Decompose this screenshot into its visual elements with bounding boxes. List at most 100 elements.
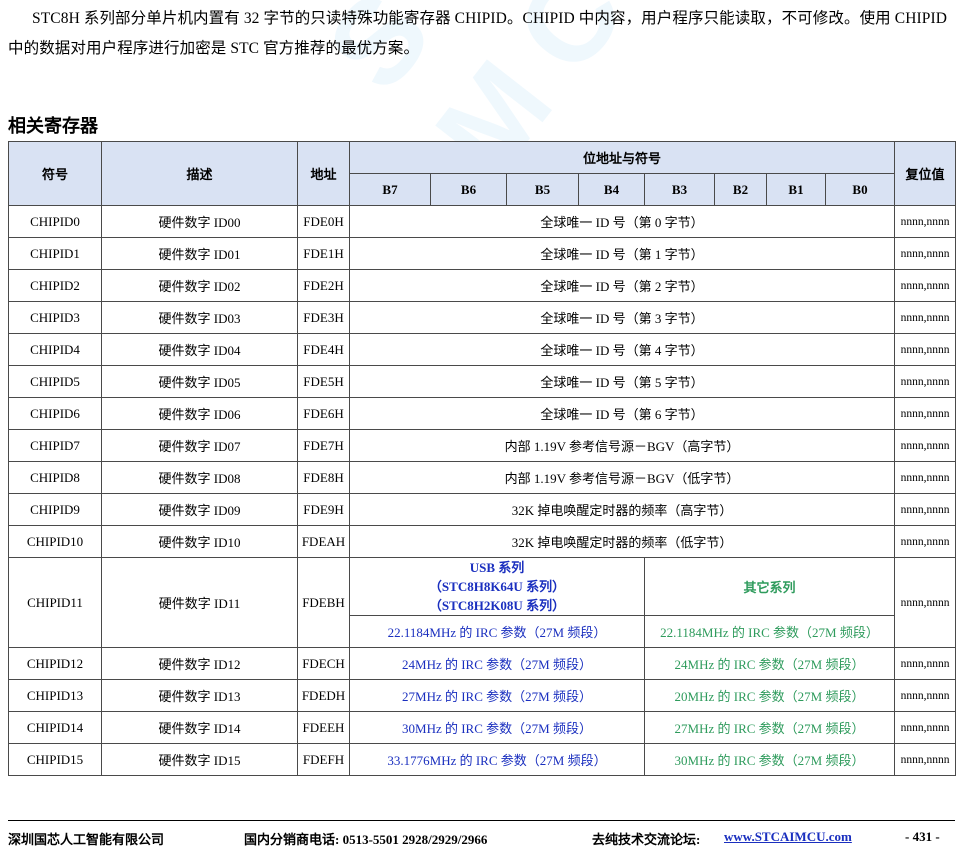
addr-cell: FDE7H [297,429,350,462]
table-row: CHIPID15 硬件数字 ID15 FDEFH 33.1776MHz 的 IR… [8,743,957,776]
addr-cell: FDE9H [297,493,350,526]
reset-cell: nnnn,nnnn [894,205,957,238]
usb-value-cell: 22.1184MHz 的 IRC 参数（27M 频段） [349,615,645,648]
header-symbol: 符号 [8,141,102,206]
usb-value-cell: 24MHz 的 IRC 参数（27M 频段） [349,647,645,680]
content-cell: 内部 1.19V 参考信号源－BGV（高字节） [348,429,896,462]
content-cell: 全球唯一 ID 号（第 1 字节） [348,237,896,270]
content-cell: 全球唯一 ID 号（第 6 字节） [348,397,896,430]
desc-cell: 硬件数字 ID07 [101,429,298,462]
addr-cell: FDEDH [297,679,350,712]
symbol-cell: CHIPID9 [8,493,102,526]
footer-forum-link[interactable]: www.STCAIMCU.com [724,829,852,845]
table-row: CHIPID14 硬件数字 ID14 FDEEH 30MHz 的 IRC 参数（… [8,711,957,744]
intro-paragraph: STC8H 系列部分单片机内置有 32 字节的只读特殊功能寄存器 CHIPID。… [8,10,948,57]
other-value-cell: 27MHz 的 IRC 参数（27M 频段） [643,711,896,744]
footer-page-number: - 431 - [905,829,940,844]
reset-cell: nnnn,nnnn [894,237,957,270]
footer-phone: 国内分销商电话: 0513-5501 2928/2929/2966 [244,832,488,847]
header-reset: 复位值 [894,141,957,206]
desc-cell: 硬件数字 ID03 [101,301,298,334]
symbol-cell: CHIPID0 [8,205,102,238]
desc-cell: 硬件数字 ID08 [101,461,298,494]
header-bit-b6: B6 [430,173,507,206]
footer-company: 深圳国芯人工智能有限公司 [8,832,165,847]
desc-cell: 硬件数字 ID15 [101,743,298,776]
addr-cell: FDEEH [297,711,350,744]
symbol-cell: CHIPID8 [8,461,102,494]
header-addr: 地址 [297,141,350,206]
content-cell: 32K 掉电唤醒定时器的频率（低字节） [348,525,896,558]
header-bit-b1: B1 [766,173,826,206]
reset-cell: nnnn,nnnn [894,557,957,648]
symbol-cell: CHIPID1 [8,237,102,270]
desc-cell: 硬件数字 ID12 [101,647,298,680]
reset-cell: nnnn,nnnn [894,269,957,302]
table-row: CHIPID7 硬件数字 ID07 FDE7H 内部 1.19V 参考信号源－B… [8,429,957,462]
content-cell: 全球唯一 ID 号（第 4 字节） [348,333,896,366]
symbol-cell: CHIPID14 [8,711,102,744]
header-bit-b3: B3 [644,173,715,206]
addr-cell: FDE0H [297,205,350,238]
content-cell: 32K 掉电唤醒定时器的频率（高字节） [348,493,896,526]
reset-cell: nnnn,nnnn [894,461,957,494]
content-cell: 全球唯一 ID 号（第 5 字节） [348,365,896,398]
content-cell: 内部 1.19V 参考信号源－BGV（低字节） [348,461,896,494]
table-row: CHIPID1 硬件数字 ID01 FDE1H 全球唯一 ID 号（第 1 字节… [8,237,957,270]
section-title: 相关寄存器 [8,116,98,137]
table-row: CHIPID5 硬件数字 ID05 FDE5H 全球唯一 ID 号（第 5 字节… [8,365,957,398]
symbol-cell: CHIPID4 [8,333,102,366]
other-value-cell: 22.1184MHz 的 IRC 参数（27M 频段） [643,615,896,648]
table-row: CHIPID11 硬件数字 ID11 FDEBH USB 系列 （STC8H8K… [8,557,957,648]
header-bit-b2: B2 [714,173,767,206]
symbol-cell: CHIPID12 [8,647,102,680]
usb-heading-line-1: USB 系列 [469,560,525,575]
addr-cell: FDE3H [297,301,350,334]
symbol-cell: CHIPID10 [8,525,102,558]
desc-cell: 硬件数字 ID04 [101,333,298,366]
desc-cell: 硬件数字 ID01 [101,237,298,270]
reset-cell: nnnn,nnnn [894,301,957,334]
reset-cell: nnnn,nnnn [894,493,957,526]
header-bit-b0: B0 [824,173,896,206]
symbol-cell: CHIPID6 [8,397,102,430]
header-bit-b7: B7 [349,173,431,206]
header-bit-b4: B4 [578,173,645,206]
other-value-cell: 30MHz 的 IRC 参数（27M 频段） [643,743,896,776]
reset-cell: nnnn,nnnn [894,333,957,366]
addr-cell: FDE8H [297,461,350,494]
content-cell: 全球唯一 ID 号（第 3 字节） [348,301,896,334]
table-row: CHIPID2 硬件数字 ID02 FDE2H 全球唯一 ID 号（第 2 字节… [8,269,957,302]
symbol-cell: CHIPID15 [8,743,102,776]
addr-cell: FDE1H [297,237,350,270]
other-series-heading: 其它系列 [643,557,896,616]
desc-cell: 硬件数字 ID06 [101,397,298,430]
table-row: CHIPID12 硬件数字 ID12 FDECH 24MHz 的 IRC 参数（… [8,647,957,680]
table-row: CHIPID0 硬件数字 ID00 FDE0H 全球唯一 ID 号（第 0 字节… [8,205,957,238]
other-value-cell: 24MHz 的 IRC 参数（27M 频段） [643,647,896,680]
table-row: CHIPID4 硬件数字 ID04 FDE4H 全球唯一 ID 号（第 4 字节… [8,333,957,366]
desc-cell: 硬件数字 ID00 [101,205,298,238]
table-row: CHIPID10 硬件数字 ID10 FDEAH 32K 掉电唤醒定时器的频率（… [8,525,957,558]
addr-cell: FDE4H [297,333,350,366]
addr-cell: FDEAH [297,525,350,558]
symbol-cell: CHIPID2 [8,269,102,302]
reset-cell: nnnn,nnnn [894,525,957,558]
reset-cell: nnnn,nnnn [894,711,957,744]
desc-cell: 硬件数字 ID05 [101,365,298,398]
reset-cell: nnnn,nnnn [894,429,957,462]
addr-cell: FDEFH [297,743,350,776]
symbol-cell: CHIPID7 [8,429,102,462]
desc-cell: 硬件数字 ID14 [101,711,298,744]
footer-forum-label: 去纯技术交流论坛: [592,832,701,847]
addr-cell: FDEBH [297,557,350,648]
usb-heading-line-2: （STC8H8K64U 系列） [428,579,566,594]
table-row: CHIPID13 硬件数字 ID13 FDEDH 27MHz 的 IRC 参数（… [8,679,957,712]
footer-divider [8,820,955,821]
header-bits-group: 位地址与符号 [348,141,896,174]
symbol-cell: CHIPID5 [8,365,102,398]
table-row: CHIPID8 硬件数字 ID08 FDE8H 内部 1.19V 参考信号源－B… [8,461,957,494]
usb-value-cell: 33.1776MHz 的 IRC 参数（27M 频段） [349,743,645,776]
usb-heading-line-3: （STC8H2K08U 系列） [428,598,566,613]
usb-series-heading: USB 系列 （STC8H8K64U 系列） （STC8H2K08U 系列） [349,557,645,616]
